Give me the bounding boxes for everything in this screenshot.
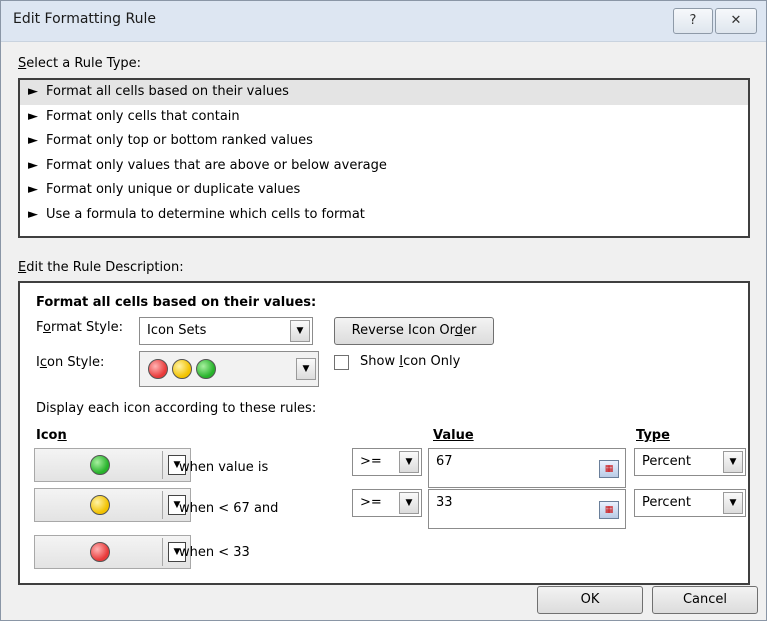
rule-1-condition: when value is xyxy=(179,460,269,475)
rule-1-operator: >= xyxy=(360,454,382,469)
red-circle-icon xyxy=(148,359,168,379)
chevron-down-icon[interactable]: ▼ xyxy=(290,320,310,342)
rule-1-type: Percent xyxy=(642,454,691,469)
rule-2-value-input[interactable]: 33 ▦ xyxy=(428,489,626,529)
edit-formatting-rule-dialog: Edit Formatting Rule ? ✕ Select a Rule T… xyxy=(0,0,767,621)
rule-type-label: Select a Rule Type: xyxy=(18,56,142,71)
rule-1-value-input[interactable]: 67 ▦ xyxy=(428,448,626,488)
chevron-down-icon[interactable]: ▼ xyxy=(399,451,419,473)
rule-2-icon-select[interactable]: ▼ xyxy=(34,488,191,522)
arrow-icon: ► xyxy=(28,157,38,173)
rule-1-value: 67 xyxy=(436,454,453,469)
rule-type-item[interactable]: ► Format only top or bottom ranked values xyxy=(20,129,748,154)
rule-2-type: Percent xyxy=(642,495,691,510)
close-icon: ✕ xyxy=(730,13,742,28)
arrow-icon: ► xyxy=(28,133,38,148)
yellow-circle-icon xyxy=(90,495,110,515)
arrow-icon: ► xyxy=(28,182,38,197)
title-bar[interactable]: Edit Formatting Rule ? ✕ xyxy=(1,1,766,42)
chevron-down-icon[interactable]: ▼ xyxy=(296,358,316,380)
rule-type-item[interactable]: ► Format only unique or duplicate values xyxy=(20,178,748,203)
description-heading: Format all cells based on their values: xyxy=(36,295,317,310)
green-circle-icon xyxy=(90,455,110,475)
help-icon: ? xyxy=(689,13,697,28)
rule-2-type-select[interactable]: Percent ▼ xyxy=(634,489,746,517)
yellow-circle-icon xyxy=(172,359,192,379)
green-circle-icon xyxy=(196,359,216,379)
format-style-select[interactable]: Icon Sets ▼ xyxy=(139,317,313,345)
arrow-icon: ► xyxy=(28,206,38,222)
arrow-icon: ► xyxy=(28,84,38,99)
rule-2-value: 33 xyxy=(436,495,453,510)
rule-type-item[interactable]: ► Format only cells that contain xyxy=(20,105,748,130)
rule-type-item[interactable]: ► Format only values that are above or be… xyxy=(20,154,748,179)
icon-style-label: Icon Style: xyxy=(36,355,105,370)
cancel-button[interactable]: Cancel xyxy=(652,586,758,614)
arrow-icon: ► xyxy=(28,108,38,124)
rule-type-item[interactable]: ► Format all cells based on their values xyxy=(20,80,748,105)
ok-button[interactable]: OK xyxy=(537,586,643,614)
rule-type-item[interactable]: ► Use a formula to determine which cells … xyxy=(20,203,748,228)
close-button[interactable]: ✕ xyxy=(715,8,757,34)
range-select-icon[interactable]: ▦ xyxy=(599,501,619,519)
rule-2-operator: >= xyxy=(360,495,382,510)
rule-3-condition: when < 33 xyxy=(179,545,250,560)
rule-2-condition: when < 67 and xyxy=(179,501,279,516)
dialog-title: Edit Formatting Rule xyxy=(13,11,156,27)
rule-1-type-select[interactable]: Percent ▼ xyxy=(634,448,746,476)
rule-description-label: Edit the Rule Description: xyxy=(18,260,184,275)
rule-2-operator-select[interactable]: >= ▼ xyxy=(352,489,422,517)
help-button[interactable]: ? xyxy=(673,8,713,34)
icon-column-header: Icon xyxy=(36,428,67,443)
rule-description-panel: Format all cells based on their values: … xyxy=(18,281,750,585)
rule-1-icon-select[interactable]: ▼ xyxy=(34,448,191,482)
reverse-icon-order-button[interactable]: Reverse Icon Order xyxy=(334,317,494,345)
chevron-down-icon[interactable]: ▼ xyxy=(723,451,743,473)
show-icon-only-checkbox[interactable] xyxy=(334,355,349,370)
value-column-header: Value xyxy=(433,428,474,443)
format-style-label: Format Style: xyxy=(36,320,123,335)
red-circle-icon xyxy=(90,542,110,562)
type-column-header: Type xyxy=(636,428,670,443)
rule-1-operator-select[interactable]: >= ▼ xyxy=(352,448,422,476)
rule-3-icon-select[interactable]: ▼ xyxy=(34,535,191,569)
range-select-icon[interactable]: ▦ xyxy=(599,460,619,478)
show-icon-only-label[interactable]: Show Icon Only xyxy=(360,354,460,369)
icon-style-select[interactable]: ▼ xyxy=(139,351,319,387)
rule-type-list[interactable]: ► Format all cells based on their values … xyxy=(18,78,750,238)
chevron-down-icon[interactable]: ▼ xyxy=(399,492,419,514)
display-rules-label: Display each icon according to these rul… xyxy=(36,401,317,416)
format-style-value: Icon Sets xyxy=(147,323,207,338)
chevron-down-icon[interactable]: ▼ xyxy=(723,492,743,514)
